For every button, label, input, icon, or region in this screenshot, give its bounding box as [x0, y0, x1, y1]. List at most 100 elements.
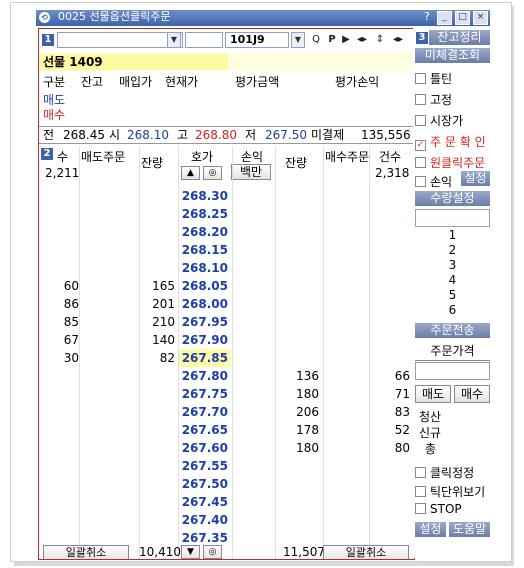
option-row-2[interactable]: 시장가 — [415, 112, 490, 129]
horizontal-resize-icon-2[interactable]: ◂▸ — [389, 32, 407, 48]
price-cell[interactable]: 268.05 — [179, 277, 231, 295]
buy-button[interactable]: 매수 — [454, 385, 490, 403]
position-row-sell[interactable]: 매도 — [39, 91, 414, 107]
order-price-input[interactable] — [415, 362, 490, 380]
bottom-option-0[interactable]: 클릭정정 — [415, 464, 490, 481]
account-dropdown-icon[interactable]: ▼ — [167, 32, 181, 48]
checkbox-icon[interactable] — [415, 157, 426, 168]
bottom-option-2[interactable]: STOP — [415, 502, 490, 516]
ladder-row[interactable]: 267.60 180 80 — [39, 439, 414, 457]
ladder-row[interactable]: 267.55 — [39, 457, 414, 475]
maximize-button[interactable]: □ — [455, 11, 470, 25]
ladder-row[interactable]: 267.50 — [39, 475, 414, 493]
sell-qty: 82 — [159, 351, 175, 365]
account-select[interactable] — [57, 32, 183, 48]
qty-setting-button[interactable]: 수량설정 — [415, 191, 490, 206]
ladder-row[interactable]: 268.30 — [39, 187, 414, 205]
ladder-row[interactable]: 268.25 — [39, 205, 414, 223]
pl-unit-button[interactable]: 백만 — [231, 164, 271, 180]
checkbox-checked-icon[interactable]: ✓ — [415, 140, 426, 151]
option-row-0[interactable]: 틀틴 — [415, 70, 490, 87]
ladder-row[interactable]: 86 201 268.00 — [39, 295, 414, 313]
close-button[interactable]: × — [473, 11, 488, 25]
ladder-row[interactable]: 267.65 178 52 — [39, 421, 414, 439]
position-row-buy[interactable]: 매수 — [39, 106, 414, 122]
col-eval-amount: 평가금액 — [235, 75, 280, 89]
ladder-row[interactable]: 268.20 — [39, 223, 414, 241]
qty-input[interactable] — [415, 209, 490, 227]
ladder-row[interactable]: 85 210 267.95 — [39, 313, 414, 331]
play-icon[interactable]: ▶ — [339, 32, 353, 48]
price-cell[interactable]: 267.95 — [179, 313, 231, 331]
checkbox-icon[interactable] — [415, 503, 426, 514]
price-cell[interactable]: 268.25 — [179, 205, 231, 223]
unfilled-query-button[interactable]: 미체결조회 — [415, 48, 490, 63]
sell-button[interactable]: 매도 — [415, 385, 451, 403]
p-button[interactable]: P — [325, 32, 339, 48]
price-cell[interactable]: 267.85 — [179, 349, 231, 367]
ladder-row[interactable]: 267.75 180 71 — [39, 385, 414, 403]
checkbox-icon[interactable] — [415, 94, 426, 105]
price-cell[interactable]: 267.90 — [179, 331, 231, 349]
ladder-row[interactable]: 267.40 — [39, 511, 414, 529]
qty-item[interactable]: 6 — [415, 303, 490, 318]
price-cell[interactable]: 268.00 — [179, 295, 231, 313]
ladder-row[interactable]: 30 82 267.85 — [39, 349, 414, 367]
qty-item[interactable]: 4 — [415, 273, 490, 288]
price-cell[interactable]: 267.70 — [179, 403, 231, 421]
search-icon[interactable]: Q — [309, 32, 323, 48]
center-button-bottom[interactable]: ◎ — [203, 545, 222, 559]
price-cell[interactable]: 267.75 — [179, 385, 231, 403]
checkbox-icon[interactable] — [415, 486, 426, 497]
qty-item[interactable]: 3 — [415, 258, 490, 273]
code-input[interactable]: 101J9 — [225, 32, 289, 48]
code-dropdown-icon[interactable]: ▼ — [291, 32, 305, 48]
ladder-row[interactable]: 267.70 206 83 — [39, 403, 414, 421]
settings-button[interactable]: 설정 — [415, 522, 446, 537]
sell-cancel-all-button[interactable]: 일괄취소 — [43, 545, 129, 559]
price-cell[interactable]: 267.60 — [179, 439, 231, 457]
option-row-1[interactable]: 고정 — [415, 91, 490, 108]
price-cell[interactable]: 267.55 — [179, 457, 231, 475]
horizontal-resize-icon[interactable]: ◂▸ — [353, 32, 371, 48]
password-input[interactable] — [185, 32, 223, 48]
minimize-button[interactable]: _ — [437, 11, 452, 25]
ladder-row[interactable]: 268.15 — [39, 241, 414, 259]
price-cell[interactable]: 268.10 — [179, 259, 231, 277]
qty-item[interactable]: 2 — [415, 243, 490, 258]
ladder-row[interactable]: 267.80 136 66 — [39, 367, 414, 385]
scroll-up-button[interactable]: ▲ — [181, 166, 200, 180]
balance-clear-button[interactable]: 잔고정리 — [429, 30, 490, 45]
order-send-button[interactable]: 주문전송 — [415, 323, 490, 338]
price-cell[interactable]: 267.65 — [179, 421, 231, 439]
checkbox-icon[interactable] — [415, 467, 426, 478]
price-cell[interactable]: 267.45 — [179, 493, 231, 511]
help-icon[interactable]: ? — [424, 11, 430, 25]
price-cell[interactable]: 267.50 — [179, 475, 231, 493]
qty-item[interactable]: 5 — [415, 288, 490, 303]
ladder-row[interactable]: 67 140 267.90 — [39, 331, 414, 349]
checkbox-icon[interactable] — [415, 73, 426, 84]
ladder-row[interactable]: 60 165 268.05 — [39, 277, 414, 295]
help-button[interactable]: 도움말 — [449, 522, 490, 537]
price-cell[interactable]: 267.40 — [179, 511, 231, 529]
price-cell[interactable]: 268.15 — [179, 241, 231, 259]
ladder-row[interactable]: 267.45 — [39, 493, 414, 511]
option-row-4[interactable]: 원클릭주문 — [415, 154, 490, 171]
price-cell[interactable]: 268.20 — [179, 223, 231, 241]
price-cell[interactable]: 267.80 — [179, 367, 231, 385]
checkbox-icon[interactable] — [415, 176, 426, 187]
pl-settings-button[interactable]: 설정 — [461, 171, 490, 186]
price-cell[interactable]: 268.30 — [179, 187, 231, 205]
option-row-3[interactable]: ✓ 주 문 확 인 — [415, 133, 490, 151]
center-button[interactable]: ◎ — [203, 166, 222, 180]
scroll-down-button[interactable]: ▼ — [181, 545, 200, 559]
sell-qty: 210 — [152, 315, 175, 329]
ladder-row[interactable]: 268.10 — [39, 259, 414, 277]
vertical-resize-icon[interactable]: ⇕ — [373, 32, 387, 48]
sell-qty: 165 — [152, 279, 175, 293]
checkbox-icon[interactable] — [415, 115, 426, 126]
buy-cancel-all-button[interactable]: 일괄취소 — [323, 545, 409, 559]
bottom-option-1[interactable]: 틱단위보기 — [415, 483, 490, 500]
qty-item[interactable]: 1 — [415, 228, 490, 243]
